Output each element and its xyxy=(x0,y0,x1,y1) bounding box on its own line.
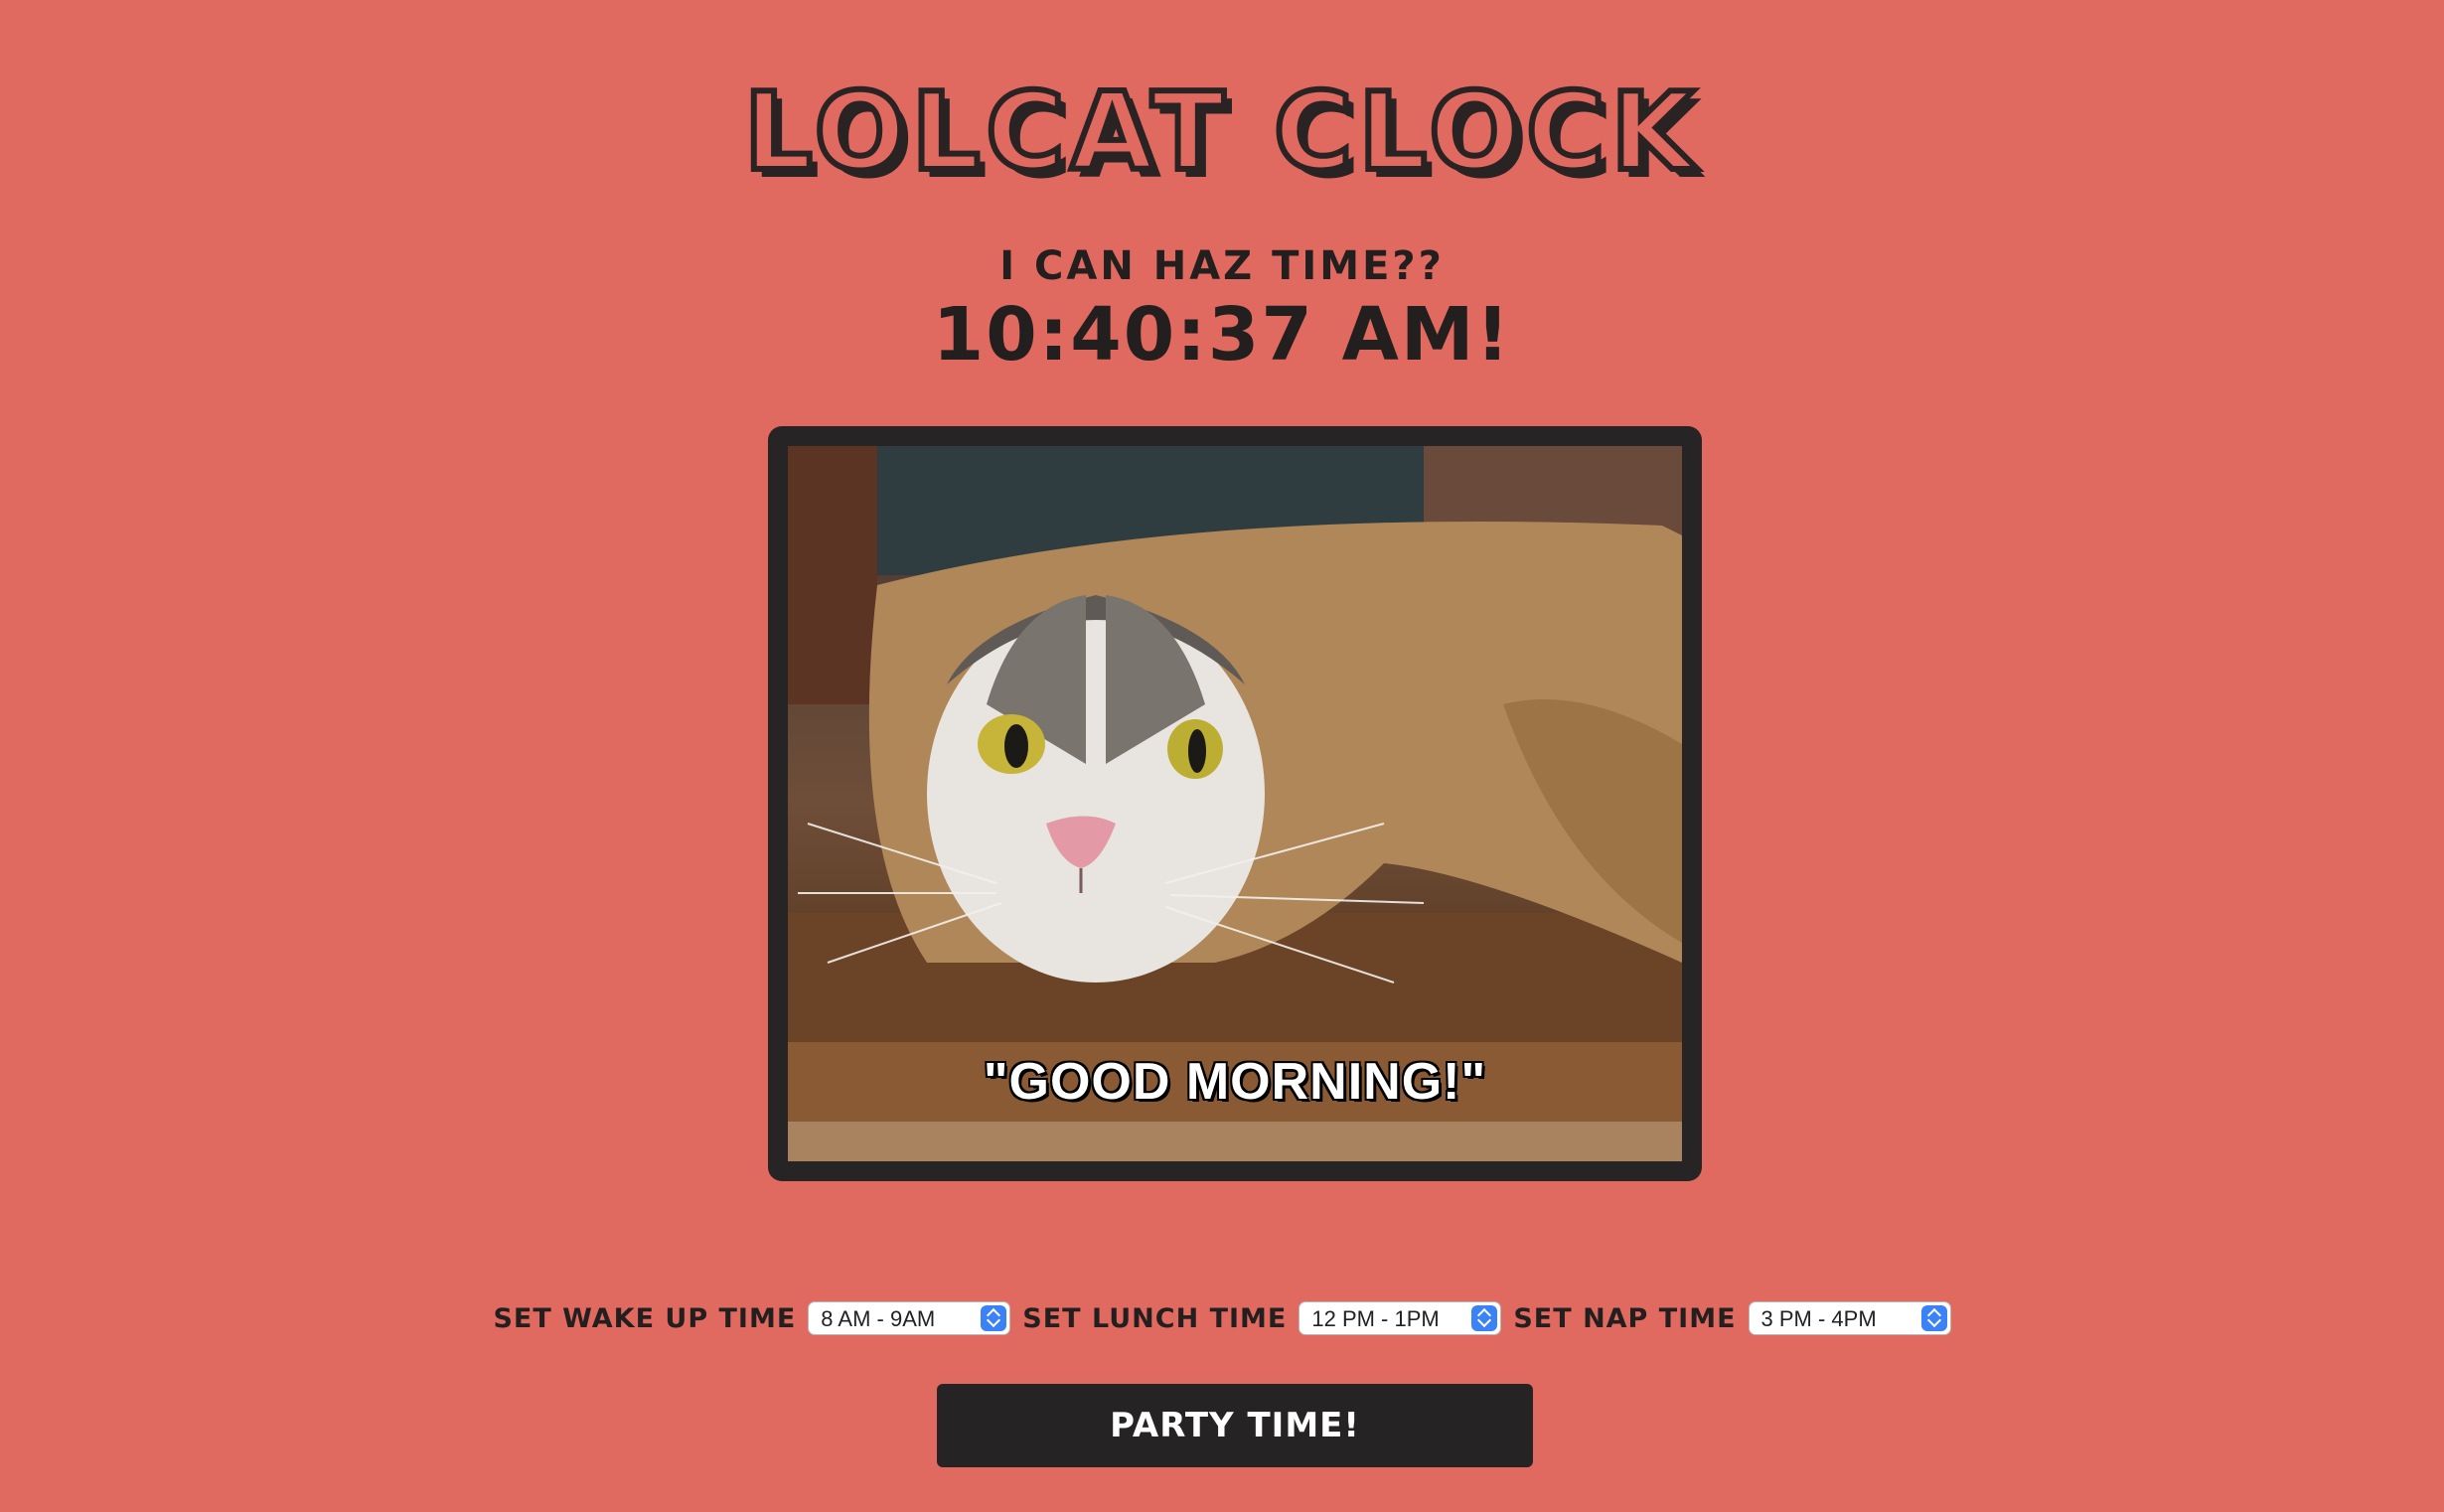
app-root: LOLCAT CLOCK I CAN HAZ TIME?? 10:40:37 A… xyxy=(0,0,2444,1512)
lunch-select-value: 12 PM - 1PM xyxy=(1311,1306,1440,1331)
party-time-button[interactable]: PARTY TIME! xyxy=(937,1384,1533,1467)
image-caption: "GOOD MORNING!" xyxy=(983,1053,1487,1111)
clock-display: 10:40:37 AM! xyxy=(932,292,1512,378)
time-controls: SET WAKE UP TIME 8 AM - 9AM SET LUNCH TI… xyxy=(0,1301,2444,1335)
nap-label: SET NAP TIME xyxy=(1513,1302,1737,1334)
lunch-select[interactable]: 12 PM - 1PM xyxy=(1298,1301,1502,1335)
nap-select-value: 3 PM - 4PM xyxy=(1760,1306,1877,1331)
lolcat-photo: "GOOD MORNING!" xyxy=(788,446,1682,1161)
nap-select[interactable]: 3 PM - 4PM xyxy=(1748,1301,1951,1335)
chevron-updown-icon xyxy=(1920,1305,1947,1331)
lunch-label: SET LUNCH TIME xyxy=(1022,1302,1288,1334)
wake-up-label: SET WAKE UP TIME xyxy=(493,1302,797,1334)
page-title: LOLCAT CLOCK xyxy=(741,71,1701,195)
wake-up-select[interactable]: 8 AM - 9AM xyxy=(808,1301,1011,1335)
wake-up-select-value: 8 AM - 9AM xyxy=(821,1306,936,1331)
nap-control: SET NAP TIME 3 PM - 4PM xyxy=(1513,1301,1951,1335)
wake-up-control: SET WAKE UP TIME 8 AM - 9AM xyxy=(493,1301,1011,1335)
chevron-updown-icon xyxy=(1471,1305,1498,1331)
clock-subtitle: I CAN HAZ TIME?? xyxy=(999,243,1445,289)
lunch-control: SET LUNCH TIME 12 PM - 1PM xyxy=(1022,1301,1502,1335)
chevron-updown-icon xyxy=(981,1305,1007,1331)
lolcat-image-frame: "GOOD MORNING!" xyxy=(768,426,1702,1181)
